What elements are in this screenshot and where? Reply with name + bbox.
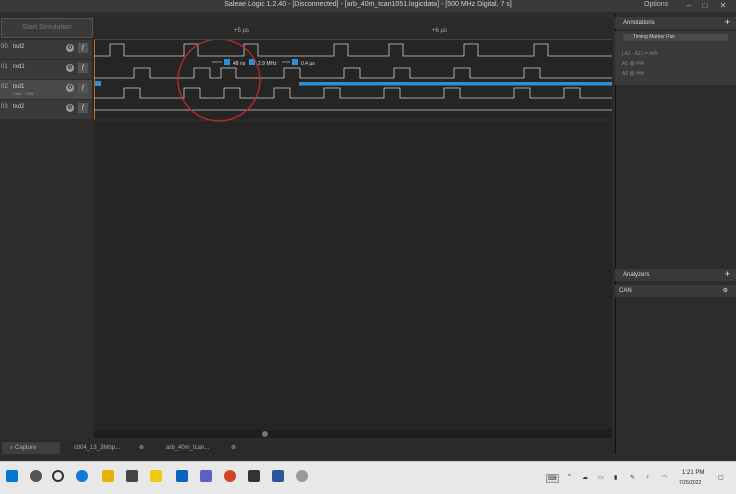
analyzers-title: Analyzers bbox=[623, 272, 650, 278]
width-marker-icon bbox=[224, 59, 230, 65]
waveform-ch0 bbox=[94, 43, 612, 57]
channel-analyzer-label: CAN · CAN bbox=[13, 91, 34, 96]
channel-number: 01 bbox=[1, 64, 8, 70]
can-frame-start[interactable] bbox=[95, 81, 101, 86]
channel-row-00[interactable]: 00 txd2 ⚙ ƒ bbox=[0, 40, 92, 60]
waveform-ch2 bbox=[94, 87, 612, 99]
add-annotation-icon[interactable]: + bbox=[717, 17, 730, 28]
outlook-icon[interactable] bbox=[176, 470, 188, 482]
window-title: Saleae Logic 1.2.40 - [Disconnected] - [… bbox=[224, 1, 512, 8]
channel-name[interactable]: txd1 bbox=[13, 84, 24, 90]
tab-arb[interactable]: arb_40m_tcan... ⊗ bbox=[158, 442, 240, 454]
clock-date[interactable]: 7/25/2022 bbox=[679, 480, 701, 486]
search-icon: ⌕ bbox=[10, 445, 14, 451]
word-icon[interactable] bbox=[272, 470, 284, 482]
gear-icon[interactable]: ⚙ bbox=[66, 64, 74, 72]
channel-name[interactable]: txd2 bbox=[13, 104, 24, 110]
minimize-icon[interactable]: – bbox=[682, 0, 696, 12]
notification-icon[interactable]: ▢ bbox=[718, 474, 724, 481]
close-icon[interactable]: ⊗ bbox=[231, 442, 236, 454]
maximize-icon[interactable]: □ bbox=[698, 0, 712, 12]
waveform-area[interactable]: 48 ns 2.9 MHz 0.4 µs bbox=[93, 38, 612, 430]
windows-start-icon[interactable] bbox=[6, 470, 18, 482]
app-icon[interactable] bbox=[296, 470, 308, 482]
tab-ctl04[interactable]: ctl04_13_3Mbp... ⊗ bbox=[70, 442, 148, 454]
gear-icon[interactable]: ⚙ bbox=[66, 44, 74, 52]
channel-name[interactable]: txd2 bbox=[13, 44, 24, 50]
annotation-line: A2 @ ### bbox=[622, 71, 645, 77]
edge-icon[interactable] bbox=[76, 470, 88, 482]
trigger-icon[interactable]: ƒ bbox=[78, 103, 88, 113]
annotation-line: A1 @ ### bbox=[622, 61, 645, 67]
scroll-thumb[interactable] bbox=[262, 431, 268, 437]
sticky-notes-icon[interactable] bbox=[150, 470, 162, 482]
cortana-icon[interactable] bbox=[52, 470, 64, 482]
tab-capture[interactable]: ⌕ Capture bbox=[2, 442, 60, 454]
analyzers-header: Analyzers + bbox=[615, 269, 736, 281]
time-ruler: +5 µs +6 µs bbox=[94, 17, 612, 40]
channel-number: 03 bbox=[1, 104, 8, 110]
add-analyzer-icon[interactable]: + bbox=[717, 269, 730, 280]
ruler-tick-label: +5 µs bbox=[234, 28, 249, 34]
annotation-line: | A1 - A2 | = ### bbox=[622, 51, 658, 57]
horizontal-scrollbar[interactable] bbox=[94, 430, 612, 438]
channel-number: 00 bbox=[1, 44, 8, 50]
gear-icon[interactable]: ⚙ bbox=[723, 285, 728, 297]
trigger-icon[interactable]: ƒ bbox=[78, 43, 88, 53]
keyboard-icon[interactable]: ⌨ bbox=[546, 474, 559, 483]
gear-icon[interactable]: ⚙ bbox=[66, 104, 74, 112]
waveform-canvas[interactable]: 48 ns 2.9 MHz 0.4 µs bbox=[93, 38, 612, 430]
chevron-up-icon[interactable]: ^ bbox=[568, 474, 571, 480]
measurement-overlay: 48 ns 2.9 MHz 0.4 µs bbox=[212, 59, 315, 67]
tab-label: ctl04_13_3Mbp... bbox=[74, 445, 121, 451]
saleae-logic-icon[interactable] bbox=[248, 470, 260, 482]
volume-icon[interactable]: ♪ bbox=[646, 474, 649, 480]
channel-row-02[interactable]: 02 txd1 CAN · CAN ⚙ ƒ bbox=[0, 80, 92, 100]
waveform-ch1 bbox=[94, 67, 612, 79]
options-menu[interactable]: Options bbox=[644, 1, 668, 8]
network-icon[interactable]: ▭ bbox=[598, 474, 604, 481]
close-icon[interactable]: ⊗ bbox=[139, 442, 144, 454]
channel-row-01[interactable]: 01 rxd1 ⚙ ƒ bbox=[0, 60, 92, 80]
gear-icon[interactable]: ⚙ bbox=[66, 84, 74, 92]
analyzer-item-can[interactable]: CAN ⚙ bbox=[615, 285, 736, 297]
tab-label: Capture bbox=[15, 445, 37, 451]
measurement-period: 0.4 µs bbox=[301, 61, 315, 67]
can-frame-bar[interactable] bbox=[299, 82, 612, 86]
tab-label: arb_40m_tcan... bbox=[166, 445, 210, 451]
measurement-width: 48 ns bbox=[233, 61, 246, 67]
measurement-frequency: 2.9 MHz bbox=[258, 61, 277, 67]
analyzer-label: CAN bbox=[619, 288, 632, 294]
teams-icon[interactable] bbox=[200, 470, 212, 482]
clock-time[interactable]: 1:21 PM bbox=[682, 470, 704, 476]
pen-icon[interactable]: ✎ bbox=[630, 474, 635, 481]
search-icon[interactable] bbox=[30, 470, 42, 482]
trigger-icon[interactable]: ƒ bbox=[78, 63, 88, 73]
timing-marker-name[interactable]: Timing Marker Pair bbox=[623, 34, 728, 41]
close-icon[interactable]: ✕ bbox=[716, 0, 730, 12]
start-simulation-button[interactable]: Start Simulation bbox=[1, 18, 93, 38]
battery-icon[interactable]: ▮ bbox=[614, 474, 617, 481]
trigger-icon[interactable]: ƒ bbox=[78, 83, 88, 93]
channel-row-03[interactable]: 03 txd2 ⚙ ƒ bbox=[0, 100, 92, 120]
wifi-icon[interactable]: ◠ bbox=[662, 474, 667, 481]
file-explorer-icon[interactable] bbox=[102, 470, 114, 482]
cloud-icon[interactable]: ☁ bbox=[582, 474, 588, 481]
period-marker-icon bbox=[292, 59, 298, 65]
highlight-circle bbox=[177, 38, 261, 122]
store-icon[interactable] bbox=[126, 470, 138, 482]
annotations-header: Annotations + bbox=[615, 17, 736, 29]
channel-name[interactable]: rxd1 bbox=[13, 64, 25, 70]
annotations-title: Annotations bbox=[623, 20, 655, 26]
powerpoint-icon[interactable] bbox=[224, 470, 236, 482]
ruler-tick-label: +6 µs bbox=[432, 28, 447, 34]
channel-number: 02 bbox=[1, 84, 8, 90]
